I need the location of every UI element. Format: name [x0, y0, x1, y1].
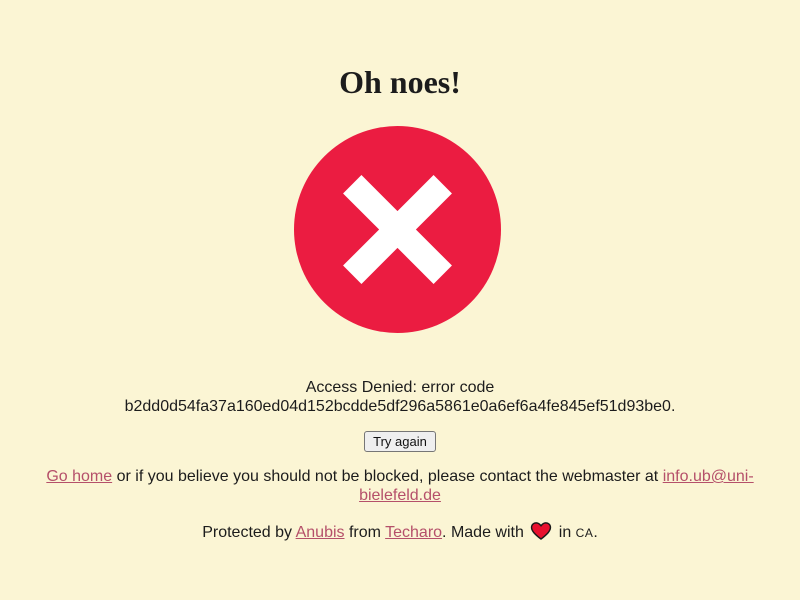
country-code: CA — [575, 526, 594, 540]
footer: Protected by Anubis from Techaro. Made w… — [202, 522, 598, 541]
error-x-icon — [294, 126, 501, 333]
contact-message: or if you believe you should not be bloc… — [112, 468, 663, 485]
heart-icon — [531, 522, 552, 540]
anubis-link[interactable]: Anubis — [296, 524, 345, 541]
contact-text: Go home or if you believe you should not… — [30, 467, 770, 505]
access-denied-text: Access Denied: error code — [305, 379, 495, 396]
try-again-button[interactable]: Try again — [364, 431, 436, 452]
error-message: Access Denied: error code b2dd0d54fa37a1… — [0, 378, 800, 416]
go-home-link[interactable]: Go home — [46, 468, 112, 485]
error-code: b2dd0d54fa37a160ed04d152bcdde5df296a5861… — [124, 398, 676, 415]
page-title: Oh noes! — [339, 64, 461, 100]
techaro-link[interactable]: Techaro — [385, 524, 442, 541]
